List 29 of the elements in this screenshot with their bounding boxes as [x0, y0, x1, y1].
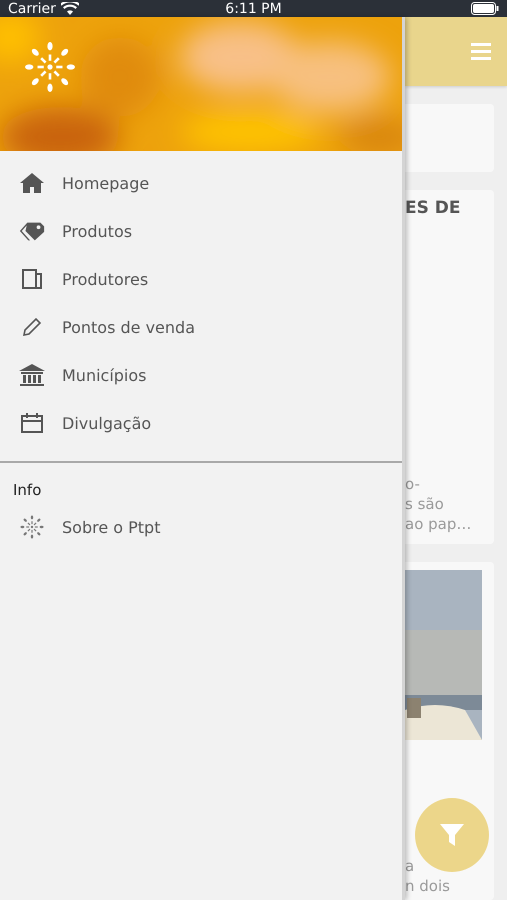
menu-item[interactable]: Produtores [0, 255, 402, 303]
card-text: ao pap… [405, 515, 472, 533]
menu-icon [471, 43, 491, 60]
menu-item[interactable]: Produtos [0, 207, 402, 255]
card-text: n dois [405, 877, 450, 895]
bank-icon [18, 363, 46, 387]
battery-icon [471, 2, 499, 15]
tag-icon [18, 220, 46, 242]
card-text: o- [405, 475, 420, 493]
clock-time: 6:11 PM [225, 0, 282, 16]
menu-item[interactable]: Pontos de venda [0, 303, 402, 351]
wifi-icon [60, 2, 79, 15]
card-text: a [405, 857, 414, 875]
section-title: Info [12, 480, 42, 501]
menu-item[interactable]: Municípios [0, 351, 402, 399]
home-icon [19, 172, 45, 194]
menu-button[interactable] [471, 43, 491, 60]
menu-item[interactable]: Homepage [0, 159, 402, 207]
card-text: s são [405, 495, 444, 513]
carrier-label: Carrier [8, 0, 56, 16]
pencil-icon [21, 316, 43, 338]
sparkle-icon [20, 515, 44, 539]
menu-item[interactable]: Sobre o Ptpt [0, 503, 402, 551]
calendar-icon [20, 412, 44, 434]
book-icon [21, 268, 43, 290]
menu-item[interactable]: Divulgação [0, 399, 402, 447]
card-title: ES DE [405, 198, 462, 218]
filter-icon [439, 822, 465, 848]
sun-logo-icon [24, 41, 76, 93]
